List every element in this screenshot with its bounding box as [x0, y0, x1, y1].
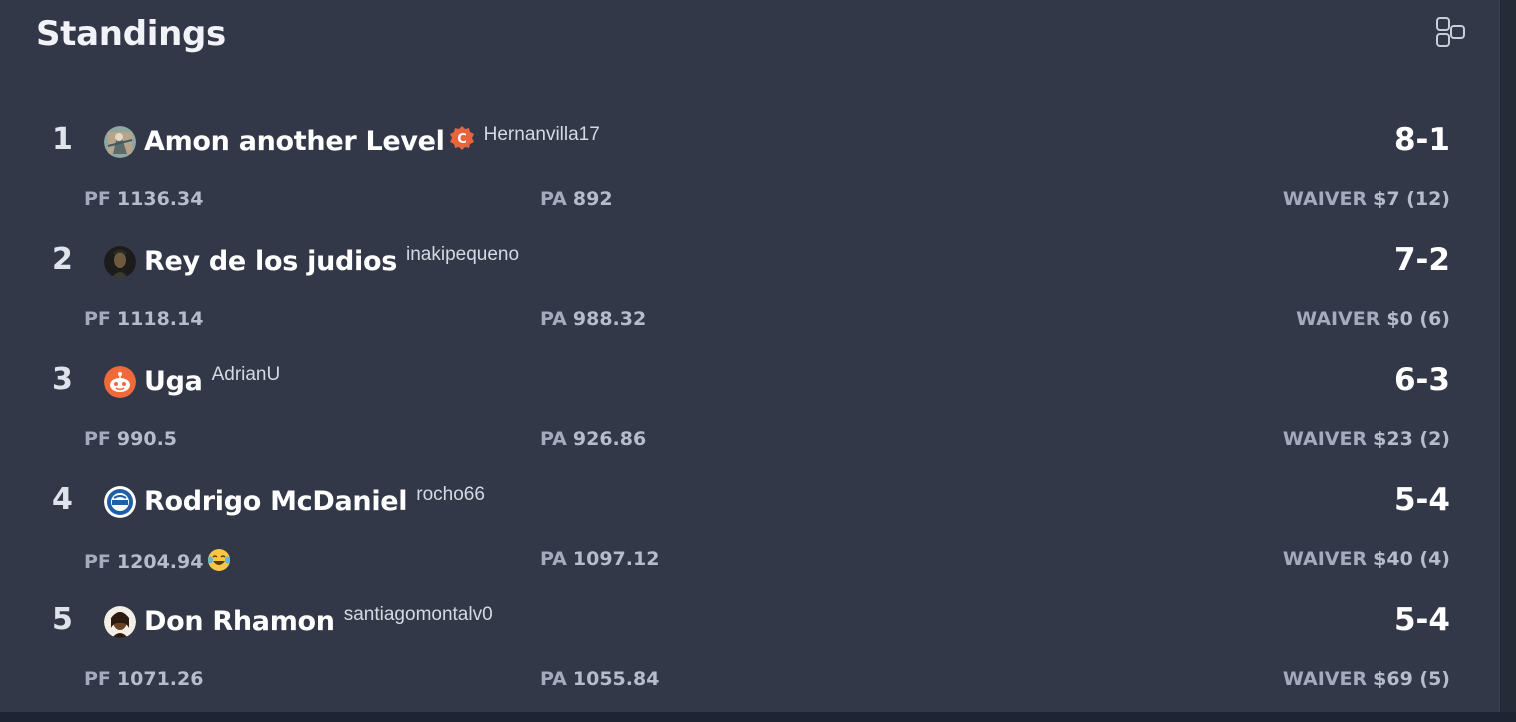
commissioner-badge-icon: C [449, 126, 474, 150]
team-avatar [104, 126, 136, 158]
standings-row[interactable]: 4 Rodrigo McDaniel rocho66 5-4 PF 1204.94 [0, 482, 1500, 602]
team-avatar [104, 366, 136, 398]
team-name[interactable]: Amon another Level [144, 125, 445, 159]
pf-label: PF [84, 308, 111, 330]
pf-label: PF [84, 428, 111, 450]
owner-username[interactable]: AdrianU [212, 364, 281, 386]
pa-label: PA [540, 308, 567, 330]
pf-label: PF [84, 551, 111, 573]
owner-username[interactable]: rocho66 [416, 484, 485, 506]
standings-row[interactable]: 5 Don Rhamon santiagomontalv0 5-4 PF 1071… [0, 602, 1500, 722]
pa-label: PA [540, 668, 567, 690]
win-loss-record: 5-4 [1393, 602, 1450, 638]
pf-value: 990.5 [116, 428, 178, 450]
points-against: PA 892 [540, 188, 613, 210]
team-name[interactable]: Rey de los judios [144, 245, 397, 279]
waiver-label: WAIVER [1282, 188, 1368, 210]
points-for: PF 1204.94 [84, 548, 231, 577]
waiver-value: $23 (2) [1373, 428, 1450, 450]
owner-username[interactable]: inakipequeno [406, 244, 519, 266]
team-avatar [104, 606, 136, 638]
waiver-value: $69 (5) [1373, 668, 1450, 690]
laughing-tears-emoji-icon [207, 548, 231, 577]
team-avatar [104, 246, 136, 278]
waiver-value: $40 (4) [1373, 548, 1450, 570]
pa-value: 1055.84 [572, 668, 660, 690]
waiver-label: WAIVER [1282, 668, 1368, 690]
pa-value: 926.86 [572, 428, 647, 450]
waiver-label: WAIVER [1282, 428, 1368, 450]
rank-number: 4 [52, 482, 73, 517]
standings-row[interactable]: 3 Uga AdrianU 6-3 PF 990.5 PA 926.86 WAIVE… [0, 362, 1500, 482]
points-against: PA 926.86 [540, 428, 646, 450]
pa-label: PA [540, 548, 567, 570]
owner-username[interactable]: santiagomontalv0 [344, 604, 493, 626]
waiver-budget: WAIVER $23 (2) [1283, 428, 1450, 450]
points-against: PA 988.32 [540, 308, 646, 330]
team-name[interactable]: Don Rhamon [144, 605, 335, 639]
points-against: PA 1055.84 [540, 668, 659, 690]
win-loss-record: 8-1 [1393, 122, 1450, 158]
points-against: PA 1097.12 [540, 548, 659, 570]
pf-label: PF [84, 668, 111, 690]
owner-username[interactable]: Hernanvilla17 [484, 124, 600, 146]
waiver-budget: WAIVER $7 (12) [1283, 188, 1450, 210]
waiver-value: $0 (6) [1386, 308, 1450, 330]
points-for: PF 990.5 [84, 428, 177, 450]
waiver-label: WAIVER [1282, 548, 1368, 570]
pa-label: PA [540, 188, 567, 210]
points-for: PF 1136.34 [84, 188, 203, 210]
pf-label: PF [84, 188, 111, 210]
rank-number: 1 [52, 122, 73, 157]
rank-number: 2 [52, 242, 73, 277]
commissioner-badge-letter: C [457, 132, 467, 147]
pa-value: 988.32 [572, 308, 647, 330]
page-title: Standings [36, 14, 226, 54]
points-for: PF 1118.14 [84, 308, 203, 330]
waiver-value: $7 (12) [1373, 188, 1450, 210]
team-name[interactable]: Uga [144, 365, 203, 399]
standings-row[interactable]: 1 Amon another Level C Hernanvilla17 8-1… [0, 122, 1500, 242]
layout-grid-icon [1436, 17, 1465, 47]
standings-row[interactable]: 2 Rey de los judios inakipequeno 7-2 PF 1… [0, 242, 1500, 362]
pf-value: 1136.34 [116, 188, 204, 210]
rank-number: 3 [52, 362, 73, 397]
pa-value: 1097.12 [572, 548, 660, 570]
pf-value: 1204.94 [116, 551, 204, 573]
scroll-edge [1501, 0, 1516, 712]
win-loss-record: 5-4 [1393, 482, 1450, 518]
layout-toggle-button[interactable] [1434, 16, 1468, 48]
win-loss-record: 7-2 [1393, 242, 1450, 278]
pa-value: 892 [572, 188, 613, 210]
standings-panel: Standings 1 Amon another Level C Hernanv… [0, 0, 1500, 712]
waiver-budget: WAIVER $69 (5) [1283, 668, 1450, 690]
team-name[interactable]: Rodrigo McDaniel [144, 485, 408, 519]
waiver-budget: WAIVER $40 (4) [1283, 548, 1450, 570]
pf-value: 1118.14 [116, 308, 204, 330]
points-for: PF 1071.26 [84, 668, 203, 690]
waiver-label: WAIVER [1296, 308, 1381, 330]
pa-label: PA [540, 428, 567, 450]
waiver-budget: WAIVER $0 (6) [1296, 308, 1450, 330]
team-avatar [104, 486, 136, 518]
win-loss-record: 6-3 [1393, 362, 1450, 398]
rank-number: 5 [52, 602, 73, 637]
pf-value: 1071.26 [116, 668, 204, 690]
